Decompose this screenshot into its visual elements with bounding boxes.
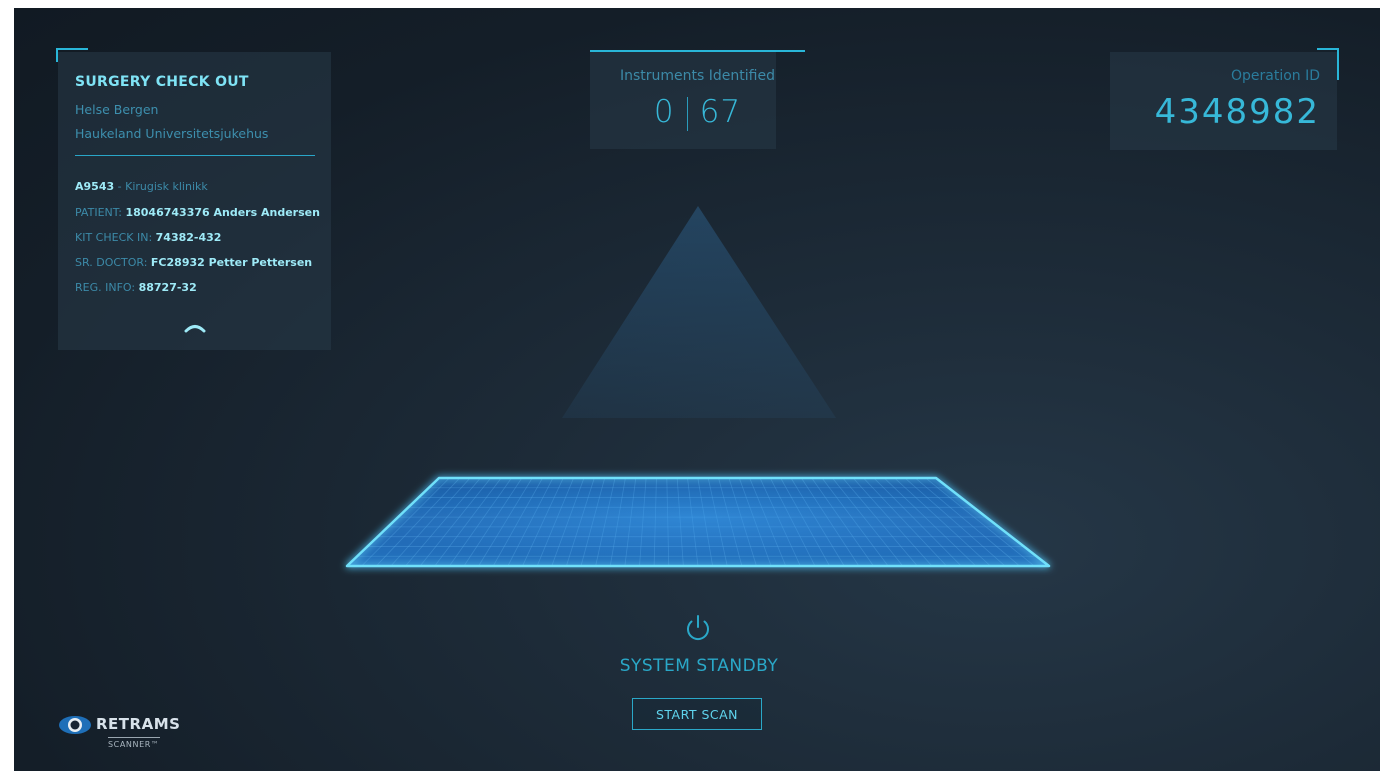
eye-logo-icon xyxy=(59,716,91,734)
start-scan-button[interactable]: START SCAN xyxy=(632,698,762,730)
brand-logo: RETRAMS SCANNER™ xyxy=(58,712,198,758)
scanner-screen: SURGERY CHECK OUT Helse Bergen Haukeland… xyxy=(14,8,1380,771)
system-status: SYSTEM STANDBY xyxy=(619,656,779,676)
brand-name: RETRAMS xyxy=(96,715,181,733)
power-icon xyxy=(687,615,709,641)
brand-product: SCANNER™ xyxy=(108,737,160,749)
